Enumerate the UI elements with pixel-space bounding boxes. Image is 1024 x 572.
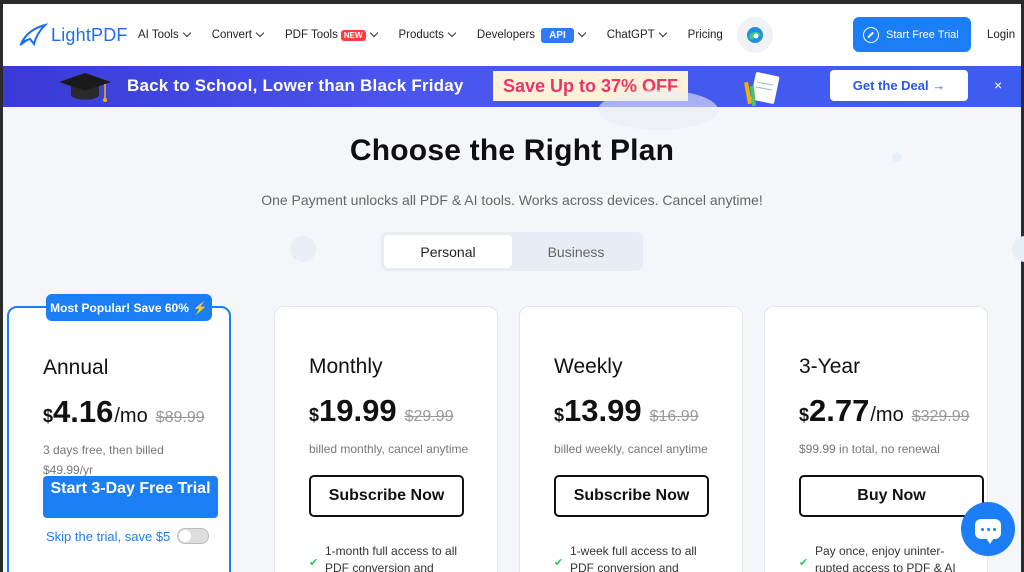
nav-ai-tools[interactable]: AI Tools (138, 28, 191, 41)
nav-products[interactable]: Products (398, 28, 457, 41)
chat-icon (975, 519, 1001, 544)
check-icon: ✔ (309, 557, 319, 569)
nav-label: PDF Tools (284, 29, 338, 41)
plan-card-annual: Annual $ 4.16 /mo $89.99 3 days free, th… (7, 306, 231, 572)
nav-convert[interactable]: Convert (211, 28, 265, 41)
new-badge: NEW (340, 29, 366, 41)
nav-label: Convert (211, 29, 252, 41)
chevron-down-icon (577, 28, 586, 38)
nav-label: Pricing (687, 29, 723, 41)
skip-trial-toggle[interactable] (177, 528, 210, 544)
cta-label: Start Free Trial (886, 28, 959, 41)
trial-icon (863, 26, 879, 43)
plan-type-toggle: Personal Business (381, 232, 643, 271)
plan-name: 3-Year (799, 355, 861, 378)
plan-price: $ 4.16 /mo $89.99 (43, 394, 205, 430)
lightning-icon: ⚡ (192, 300, 208, 315)
edge-browser-icon (746, 27, 763, 43)
feature-item: ✔ Pay once, enjoy uninter-rupted access … (799, 543, 959, 572)
plan-note: billed monthly, cancel anytime (309, 442, 469, 456)
plan-note: 3 days free, then billed $49.99/yr (43, 443, 164, 477)
chevron-down-icon (255, 28, 265, 38)
get-deal-button[interactable]: Get the Deal → (830, 70, 968, 101)
close-icon[interactable]: × (994, 77, 1002, 93)
badge-label: Most Popular! Save 60% (50, 300, 189, 315)
currency: $ (43, 406, 54, 426)
feature-text: 1-month full access to all PDF conversio… (325, 544, 458, 572)
nav-label: Products (398, 29, 444, 41)
check-icon: ✔ (799, 557, 809, 569)
site-header: LightPDF AI Tools Convert PDF Tools NEW P… (3, 4, 1021, 66)
chat-widget-button[interactable] (961, 502, 1015, 556)
logo[interactable]: LightPDF (18, 22, 130, 48)
price-amount: 19.99 (319, 393, 397, 428)
plan-price: $ 19.99 $29.99 (309, 393, 454, 429)
plan-price: $ 2.77 /mo $329.99 (799, 393, 970, 429)
nav-label: ChatGPT (606, 29, 655, 41)
nav-label: AI Tools (138, 29, 179, 41)
old-price: $329.99 (911, 408, 970, 425)
plan-note: billed weekly, cancel anytime (554, 442, 708, 456)
page-subtitle: One Payment unlocks all PDF & AI tools. … (261, 192, 763, 208)
banner-title: Back to School, Lower than Black Friday (127, 76, 464, 95)
price-amount: 2.77 (809, 393, 870, 428)
feature-text: 1-week full access to all PDF conversion… (570, 544, 697, 572)
start-trial-button[interactable]: Start 3-Day Free Trial (43, 476, 218, 518)
currency: $ (554, 405, 565, 425)
check-icon: ✔ (554, 557, 564, 569)
subscribe-button[interactable]: Subscribe Now (554, 475, 709, 517)
nav-label: Developers (476, 29, 536, 41)
feature-item: ✔ 1-week full access to all PDF conversi… (554, 543, 714, 572)
edge-extension-button[interactable] (736, 17, 773, 53)
price-period: /mo (114, 405, 148, 427)
price-amount: 13.99 (564, 393, 642, 428)
plan-price: $ 13.99 $16.99 (554, 393, 699, 429)
feature-item: ✔ 1-month full access to all PDF convers… (309, 543, 469, 572)
subscribe-button[interactable]: Subscribe Now (309, 475, 464, 517)
plan-name: Annual (43, 356, 109, 379)
main-nav: AI Tools Convert PDF Tools NEW Products D… (138, 17, 773, 53)
nav-pricing[interactable]: Pricing (688, 29, 723, 41)
currency: $ (799, 405, 810, 425)
notebook-icon (744, 72, 780, 107)
currency: $ (309, 405, 320, 425)
nav-developers[interactable]: Developers API (476, 27, 586, 43)
plan-card-weekly: Weekly $ 13.99 $16.99 billed weekly, can… (519, 306, 743, 572)
decorative-dot (290, 236, 316, 262)
skip-trial-label: Skip the trial, save $5 (46, 528, 171, 544)
old-price: $16.99 (649, 408, 699, 425)
promo-banner: Back to School, Lower than Black Friday … (3, 66, 1021, 107)
graduation-cap-icon (59, 73, 111, 102)
decorative-dot (1012, 236, 1024, 262)
plan-note: $99.99 in total, no renewal (799, 442, 940, 456)
skip-trial-option: Skip the trial, save $5 (46, 528, 210, 544)
old-price: $89.99 (155, 409, 205, 426)
most-popular-badge: Most Popular! Save 60% ⚡ (46, 294, 212, 321)
chevron-down-icon (369, 28, 378, 38)
decorative-circle (598, 90, 718, 130)
plan-card-monthly: Monthly $ 19.99 $29.99 billed monthly, c… (274, 306, 498, 572)
plan-name: Weekly (554, 355, 623, 378)
chevron-down-icon (658, 28, 667, 38)
old-price: $29.99 (404, 408, 454, 425)
chevron-down-icon (182, 28, 191, 38)
chevron-down-icon (447, 28, 457, 38)
api-badge: API (541, 27, 574, 43)
price-period: /mo (870, 404, 904, 426)
start-free-trial-button[interactable]: Start Free Trial (853, 17, 971, 52)
buy-now-button[interactable]: Buy Now (799, 475, 984, 517)
nav-pdf-tools[interactable]: PDF Tools NEW (284, 28, 378, 41)
plan-name: Monthly (309, 355, 383, 378)
feature-text: Pay once, enjoy uninter-rupted access to… (815, 544, 956, 572)
tab-business[interactable]: Business (512, 235, 640, 268)
page-title: Choose the Right Plan (349, 134, 675, 167)
nav-chatgpt[interactable]: ChatGPT (606, 28, 667, 41)
tab-personal[interactable]: Personal (384, 235, 512, 268)
logo-icon (19, 23, 48, 47)
login-link[interactable]: Login (987, 29, 1015, 41)
price-amount: 4.16 (53, 394, 114, 429)
plan-card-3-year: 3-Year $ 2.77 /mo $329.99 $99.99 in tota… (764, 306, 988, 572)
logo-text: LightPDF (51, 24, 128, 45)
